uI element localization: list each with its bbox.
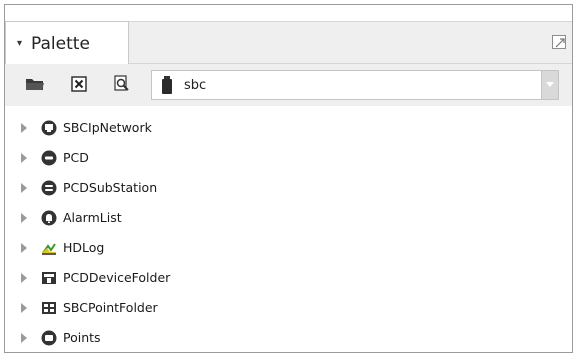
- device-folder-icon: [42, 272, 56, 284]
- module-selector-value: sbc: [184, 77, 207, 93]
- open-palette-button[interactable]: [24, 73, 46, 95]
- find-button[interactable]: [111, 73, 133, 95]
- panel-header: ▾ Palette: [5, 21, 572, 65]
- expand-arrow-icon[interactable]: [20, 153, 28, 163]
- expand-arrow-icon[interactable]: [20, 183, 28, 193]
- alarm-bell-icon: [41, 210, 57, 226]
- jar-icon: [162, 76, 172, 94]
- tree-item-pcddevicefolder[interactable]: PCDDeviceFolder: [5, 267, 305, 289]
- tree-item-label: PCDDeviceFolder: [63, 270, 171, 285]
- top-strip: [5, 5, 572, 21]
- tree-item-alarmlist[interactable]: AlarmList: [5, 207, 305, 229]
- tree-item-label: SBCIpNetwork: [63, 120, 152, 135]
- tree-item-hdlog[interactable]: HDLog: [5, 237, 305, 259]
- tree-item-label: PCD: [63, 150, 89, 165]
- expand-arrow-icon[interactable]: [20, 333, 28, 343]
- palette-toolbar: sbc: [5, 64, 572, 106]
- close-palette-button[interactable]: [68, 73, 90, 95]
- module-selector[interactable]: sbc: [151, 70, 559, 100]
- caret-down-icon[interactable]: ▾: [17, 38, 22, 49]
- device-icon: [41, 150, 57, 166]
- chevron-down-icon[interactable]: [541, 71, 558, 99]
- tree-item-pcdsubstation[interactable]: PCDSubStation: [5, 177, 305, 199]
- network-icon: [41, 120, 57, 136]
- folder-open-icon: [26, 79, 44, 90]
- point-folder-icon: [42, 302, 56, 314]
- tree-item-label: HDLog: [63, 240, 105, 255]
- tree-item-points[interactable]: Points: [5, 327, 305, 349]
- expand-arrow-icon[interactable]: [20, 303, 28, 313]
- substation-icon: [41, 180, 57, 196]
- tree-item-label: AlarmList: [63, 210, 122, 225]
- find-icon: [114, 75, 129, 91]
- expand-arrow-icon[interactable]: [20, 123, 28, 133]
- tree-item-label: PCDSubStation: [63, 180, 158, 195]
- panel-title: Palette: [31, 33, 90, 54]
- expand-arrow-icon[interactable]: [20, 273, 28, 283]
- maximize-icon[interactable]: [552, 35, 566, 49]
- tree-item-label: Points: [63, 330, 101, 345]
- points-icon: [41, 330, 57, 346]
- tree-item-sbcpointfolder[interactable]: SBCPointFolder: [5, 297, 305, 319]
- tree-item-pcd[interactable]: PCD: [5, 147, 305, 169]
- tree-item-sbcipnetwork[interactable]: SBCIpNetwork: [5, 117, 305, 139]
- expand-arrow-icon[interactable]: [20, 213, 28, 223]
- tab-palette[interactable]: ▾ Palette: [5, 21, 129, 65]
- tree-item-label: SBCPointFolder: [63, 300, 158, 315]
- log-chart-icon: [42, 243, 56, 255]
- expand-arrow-icon[interactable]: [20, 243, 28, 253]
- close-box-icon: [71, 76, 87, 92]
- palette-panel: ▾ Palette sbc SBCIpNetwork PCD PCDSubSta…: [4, 4, 573, 353]
